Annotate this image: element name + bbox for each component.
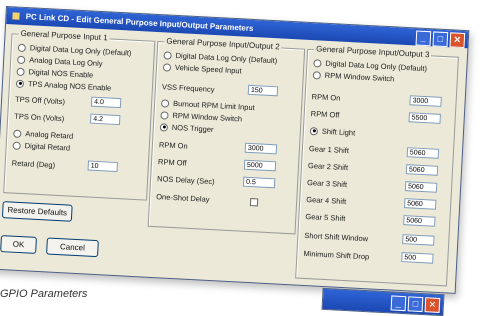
vss-frequency-field[interactable]: 150 bbox=[247, 84, 279, 97]
radio-icon[interactable] bbox=[13, 129, 22, 138]
short-shift-window-field[interactable]: 500 bbox=[402, 234, 435, 246]
minimize-button[interactable]: _ bbox=[390, 295, 407, 312]
gpio2-group: General Purpose Input/Output 2 Digital D… bbox=[147, 36, 306, 235]
cancel-button[interactable]: Cancel bbox=[46, 237, 99, 258]
radio-icon[interactable] bbox=[160, 98, 170, 108]
radio-icon[interactable] bbox=[163, 50, 172, 60]
gpio1-group: General Purpose Input 1 Digital Data Log… bbox=[3, 28, 156, 201]
maximize-button[interactable]: □ bbox=[407, 296, 424, 313]
short-shift-window-label: Short Shift Window bbox=[304, 230, 369, 244]
close-button[interactable]: ✕ bbox=[449, 32, 466, 49]
radio-icon[interactable] bbox=[17, 43, 27, 52]
gpio3-rpm-off-field[interactable]: 5500 bbox=[408, 112, 441, 124]
radio-icon[interactable] bbox=[17, 55, 26, 64]
gpio1-mode-tps-nos[interactable]: TPS Analog NOS Enable bbox=[15, 79, 112, 93]
radio-icon[interactable] bbox=[12, 141, 21, 150]
one-shot-delay-label: One-Shot Delay bbox=[155, 192, 210, 204]
nos-trigger-option[interactable]: NOS Trigger bbox=[159, 122, 214, 135]
radio-icon[interactable] bbox=[16, 67, 25, 76]
tps-off-field[interactable]: 4.0 bbox=[90, 96, 122, 109]
tps-on-label: TPS On (Volts) bbox=[14, 111, 65, 124]
close-button[interactable]: ✕ bbox=[424, 297, 441, 313]
ok-button[interactable]: OK bbox=[0, 235, 37, 254]
minimum-shift-drop-label: Minimum Shift Drop bbox=[303, 248, 370, 262]
radio-icon[interactable] bbox=[312, 70, 322, 80]
radio-icon[interactable] bbox=[160, 110, 169, 120]
gpio2-title: General Purpose Input/Output 2 bbox=[164, 36, 282, 52]
shift-light-option[interactable]: Shift Light bbox=[309, 126, 356, 138]
radio-selected-icon[interactable] bbox=[309, 126, 319, 135]
minimize-button[interactable]: _ bbox=[415, 30, 432, 47]
app-icon bbox=[12, 12, 20, 21]
nos-delay-field[interactable]: 0.5 bbox=[242, 176, 276, 189]
gpio1-mode-analog-log[interactable]: Analog Data Log Only bbox=[17, 55, 103, 68]
vss-frequency-label: VSS Frequency bbox=[161, 82, 215, 95]
gpio2-rpm-on-field[interactable]: 3000 bbox=[244, 142, 278, 155]
gpio3-rpm-on-field[interactable]: 3000 bbox=[409, 95, 442, 107]
gpio2-rpm-on-label: RPM On bbox=[158, 140, 188, 151]
gear-3-shift-label: Gear 3 Shift bbox=[306, 178, 348, 190]
nos-delay-label: NOS Delay (Sec) bbox=[156, 174, 215, 187]
minimum-shift-drop-field[interactable]: 500 bbox=[401, 252, 434, 264]
gear-1-shift-label: Gear 1 Shift bbox=[308, 144, 350, 156]
gear-1-shift-field[interactable]: 5060 bbox=[406, 147, 440, 159]
gear-5-shift-field[interactable]: 5060 bbox=[403, 215, 436, 227]
rpm-window-switch-option[interactable]: RPM Window Switch bbox=[160, 110, 243, 124]
gpio3-group: General Purpose Input/Output 3 Digital D… bbox=[295, 44, 459, 287]
tps-off-label: TPS Off (Volts) bbox=[14, 94, 66, 107]
shift-light-label: Shift Light bbox=[321, 126, 356, 138]
radio-selected-icon[interactable] bbox=[159, 122, 169, 132]
restore-defaults-button[interactable]: Restore Defaults bbox=[1, 201, 73, 222]
gpio3-rpm-off-label: RPM Off bbox=[310, 109, 340, 120]
gpio1-mode-label: Analog Data Log Only bbox=[28, 55, 103, 69]
dialog-title: PC Link CD - Edit General Purpose Input/… bbox=[25, 12, 254, 33]
gpio1-mode-label: TPS Analog NOS Enable bbox=[27, 79, 112, 93]
retard-deg-label: Retard (Deg) bbox=[11, 158, 56, 170]
burnout-rpm-label: Burnout RPM Limit Input bbox=[172, 98, 255, 113]
gpio3-mode-label: RPM Window Switch bbox=[324, 70, 395, 84]
digital-retard-option[interactable]: Digital Retard bbox=[12, 141, 70, 153]
nos-trigger-label: NOS Trigger bbox=[171, 122, 214, 135]
gear-4-shift-field[interactable]: 5060 bbox=[403, 198, 437, 210]
gear-5-shift-label: Gear 5 Shift bbox=[305, 211, 346, 224]
radio-icon[interactable] bbox=[162, 62, 172, 72]
gpio2-rpm-off-label: RPM Off bbox=[157, 157, 187, 168]
gpio3-mode-rpm-window[interactable]: RPM Window Switch bbox=[312, 70, 395, 84]
caption-text: GPIO Parameters bbox=[0, 288, 88, 300]
tps-on-field[interactable]: 4.2 bbox=[89, 113, 121, 126]
rpm-window-switch-label: RPM Window Switch bbox=[172, 110, 243, 124]
retard-deg-field[interactable]: 10 bbox=[87, 160, 118, 173]
gpio2-rpm-off-field[interactable]: 5000 bbox=[243, 159, 277, 172]
gear-2-shift-label: Gear 2 Shift bbox=[307, 161, 349, 173]
analog-retard-label: Analog Retard bbox=[25, 129, 74, 141]
gpio1-mode-digital-nos[interactable]: Digital NOS Enable bbox=[16, 67, 93, 80]
radio-icon[interactable] bbox=[313, 58, 322, 68]
analog-retard-option[interactable]: Analog Retard bbox=[13, 129, 73, 141]
gpio-parameters-dialog: PC Link CD - Edit General Purpose Input/… bbox=[0, 6, 470, 294]
gpio3-title: General Purpose Input/Output 3 bbox=[313, 44, 432, 60]
one-shot-delay-checkbox[interactable] bbox=[249, 198, 259, 207]
gpio1-title: General Purpose Input 1 bbox=[18, 28, 110, 43]
gear-4-shift-label: Gear 4 Shift bbox=[306, 194, 347, 207]
gpio1-mode-label: Digital NOS Enable bbox=[28, 67, 94, 80]
gpio2-mode-label: Vehicle Speed Input bbox=[174, 62, 242, 76]
digital-retard-label: Digital Retard bbox=[24, 141, 71, 153]
gear-2-shift-field[interactable]: 5060 bbox=[405, 164, 439, 176]
gear-3-shift-field[interactable]: 5060 bbox=[404, 181, 438, 193]
gpio3-rpm-on-label: RPM On bbox=[311, 92, 341, 103]
radio-selected-icon[interactable] bbox=[15, 79, 25, 88]
gpio2-mode-vehicle-speed[interactable]: Vehicle Speed Input bbox=[162, 62, 242, 76]
maximize-button[interactable]: □ bbox=[432, 31, 449, 48]
